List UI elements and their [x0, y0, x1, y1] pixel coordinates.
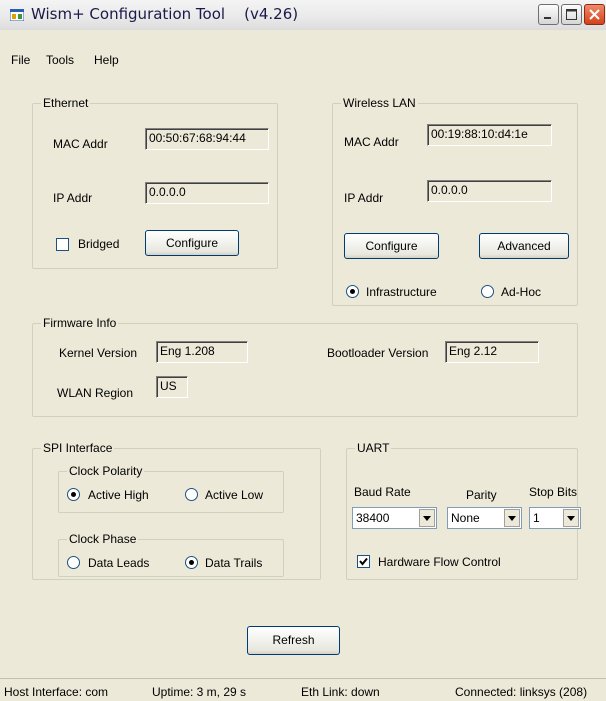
firmware-group: Firmware Info [32, 316, 578, 417]
clock-phase-legend: Clock Phase [67, 532, 139, 546]
maximize-icon [566, 9, 577, 20]
baud-rate-select[interactable]: 38400 [352, 507, 437, 529]
infrastructure-radio[interactable] [346, 285, 359, 298]
wlan-region-field: US [156, 376, 188, 398]
active-low-radio[interactable] [185, 488, 198, 501]
ethernet-configure-button[interactable]: Configure [145, 230, 239, 256]
bridged-label[interactable]: Bridged [78, 237, 119, 251]
data-trails-label[interactable]: Data Trails [205, 556, 262, 570]
bridged-checkbox[interactable] [56, 238, 69, 251]
maximize-button[interactable] [561, 4, 582, 25]
ethernet-ip-label: IP Addr [53, 191, 93, 205]
menu-bar: File Tools Help [0, 30, 606, 78]
data-leads-radio[interactable] [67, 556, 80, 569]
spi-legend: SPI Interface [41, 441, 115, 455]
menu-file[interactable]: File [11, 53, 30, 67]
window-title: Wism+ Configuration Tool (v4.26) [31, 5, 299, 23]
minimize-icon [544, 17, 551, 19]
host-interface-status: Host Interface: com [4, 685, 109, 699]
active-high-label[interactable]: Active High [88, 488, 149, 502]
ethernet-ip-field: 0.0.0.0 [145, 182, 269, 204]
active-low-label[interactable]: Active Low [205, 488, 263, 502]
uart-legend: UART [355, 441, 392, 455]
bootloader-version-field: Eng 2.12 [445, 341, 539, 363]
app-window: Wism+ Configuration Tool (v4.26) File To… [0, 0, 606, 701]
baud-rate-label: Baud Rate [354, 485, 411, 499]
connected-status: Connected: linksys (208) [455, 685, 588, 699]
bootloader-version-label: Bootloader Version [327, 346, 429, 360]
ethernet-mac-label: MAC Addr [53, 137, 108, 151]
wlan-mac-label: MAC Addr [344, 135, 399, 149]
wlan-ip-label: IP Addr [344, 191, 384, 205]
wlan-advanced-button[interactable]: Advanced [479, 233, 569, 259]
wlan-mac-field: 00:19:88:10:d4:1e [427, 124, 552, 146]
clock-polarity-legend: Clock Polarity [67, 464, 145, 478]
data-leads-label[interactable]: Data Leads [88, 556, 149, 570]
infrastructure-label[interactable]: Infrastructure [366, 285, 437, 299]
stop-bits-value: 1 [533, 511, 540, 525]
stop-bits-select[interactable]: 1 [529, 507, 581, 529]
checkmark-icon [359, 557, 368, 566]
adhoc-label[interactable]: Ad-Hoc [501, 285, 541, 299]
close-icon [589, 9, 600, 20]
chevron-down-icon[interactable] [419, 509, 435, 527]
wlan-configure-button[interactable]: Configure [344, 233, 439, 259]
menu-help[interactable]: Help [94, 53, 119, 67]
status-bar: Host Interface: com Uptime: 3 m, 29 s Et… [0, 678, 606, 701]
firmware-legend: Firmware Info [41, 316, 119, 330]
parity-select[interactable]: None [447, 507, 522, 529]
active-high-radio[interactable] [67, 488, 80, 501]
hardware-flow-control-checkbox[interactable] [357, 555, 370, 568]
ethernet-legend: Ethernet [41, 96, 91, 110]
minimize-button[interactable] [538, 4, 559, 25]
uptime-status: Uptime: 3 m, 29 s [152, 685, 247, 699]
refresh-button[interactable]: Refresh [247, 626, 340, 655]
stop-bits-label: Stop Bits [529, 485, 578, 499]
kernel-version-field: Eng 1.208 [156, 341, 248, 363]
menu-tools[interactable]: Tools [46, 53, 74, 67]
close-button[interactable] [584, 4, 605, 25]
wlan-ip-field: 0.0.0.0 [427, 180, 552, 202]
hardware-flow-control-label[interactable]: Hardware Flow Control [378, 555, 501, 569]
title-bar[interactable]: Wism+ Configuration Tool (v4.26) [0, 0, 606, 31]
eth-link-status: Eth Link: down [301, 685, 380, 699]
chevron-down-icon[interactable] [504, 509, 520, 527]
wlan-legend: Wireless LAN [341, 96, 418, 110]
ethernet-mac-field: 00:50:67:68:94:44 [145, 128, 269, 150]
app-icon [10, 9, 24, 21]
chevron-down-icon[interactable] [563, 509, 579, 527]
kernel-version-label: Kernel Version [59, 346, 138, 360]
parity-value: None [451, 511, 480, 525]
data-trails-radio[interactable] [185, 556, 198, 569]
adhoc-radio[interactable] [481, 285, 494, 298]
wlan-region-label: WLAN Region [57, 386, 134, 400]
parity-label: Parity [466, 488, 497, 502]
baud-rate-value: 38400 [356, 511, 390, 525]
